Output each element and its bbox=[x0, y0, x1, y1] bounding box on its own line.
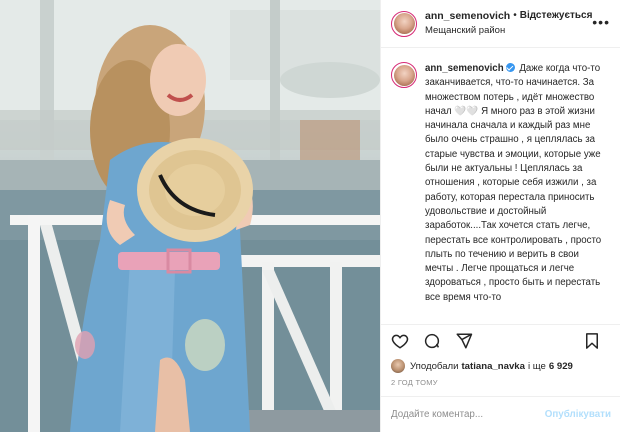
comment-icon[interactable] bbox=[421, 330, 443, 352]
caption-section: ann_semenovich Даже когда что-то заканчи… bbox=[381, 48, 620, 324]
verified-badge-icon bbox=[505, 63, 515, 72]
heart-icon[interactable] bbox=[389, 330, 411, 352]
bookmark-icon[interactable] bbox=[581, 330, 603, 352]
comment-box: Опублікувати bbox=[381, 396, 620, 432]
author-username[interactable]: ann_semenovich bbox=[425, 9, 510, 23]
caption-username[interactable]: ann_semenovich bbox=[425, 63, 504, 74]
more-horizontal-icon[interactable]: ••• bbox=[592, 14, 610, 30]
author-avatar[interactable] bbox=[391, 10, 417, 37]
following-button[interactable]: Відстежується bbox=[520, 9, 593, 23]
likes-middle: і ще bbox=[527, 360, 546, 372]
post-photo[interactable] bbox=[0, 0, 380, 432]
caption-author-avatar[interactable] bbox=[391, 62, 417, 88]
likes-prefix: Уподобали bbox=[410, 360, 459, 372]
post-header: ann_semenovich • Відстежується Мещанский… bbox=[381, 0, 620, 48]
post-sidebar: ann_semenovich • Відстежується Мещанский… bbox=[380, 0, 620, 432]
likes-count[interactable]: 6 929 bbox=[549, 361, 573, 372]
post-timestamp[interactable]: 2 ГОД ТОМУ bbox=[381, 375, 620, 391]
liker-username[interactable]: tatiana_navka bbox=[461, 361, 524, 372]
send-icon[interactable] bbox=[453, 330, 475, 352]
comment-input[interactable] bbox=[391, 409, 545, 420]
post-location[interactable]: Мещанский район bbox=[425, 24, 592, 38]
separator-dot: • bbox=[513, 10, 517, 21]
photo-illustration bbox=[0, 0, 380, 432]
caption-text: Даже когда что-то заканчивается, что-то … bbox=[425, 63, 602, 303]
liker-avatar[interactable] bbox=[391, 359, 405, 373]
publish-button[interactable]: Опублікувати bbox=[545, 409, 611, 420]
likes-summary: Уподобали tatiana_navka і ще 6 929 bbox=[381, 357, 620, 375]
action-icons-row bbox=[381, 325, 620, 357]
caption-text-block: ann_semenovich Даже когда что-то заканчи… bbox=[425, 62, 609, 324]
